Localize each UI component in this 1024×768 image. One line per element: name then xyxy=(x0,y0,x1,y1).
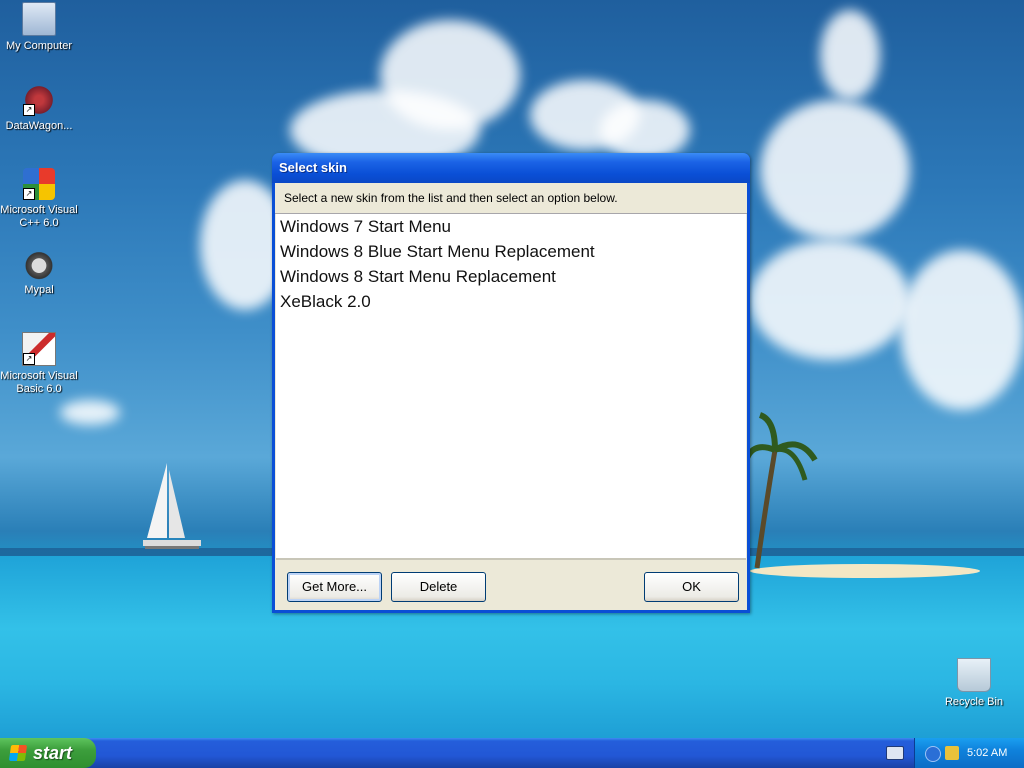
skin-list-item[interactable]: Windows 8 Start Menu Replacement xyxy=(276,264,746,289)
system-tray: 5:02 AM xyxy=(914,738,1024,768)
desktop-icon-visual-cpp[interactable]: ↗ Microsoft Visual C++ 6.0 xyxy=(0,168,79,230)
cloud xyxy=(60,400,120,425)
cloud xyxy=(900,250,1024,410)
cloud xyxy=(760,100,910,240)
cloud xyxy=(750,240,910,360)
select-skin-dialog: Select skin Select a new skin from the l… xyxy=(272,153,750,613)
my-computer-icon xyxy=(22,2,56,36)
cloud xyxy=(820,10,880,100)
sailboat-image xyxy=(143,463,201,549)
ok-button[interactable]: OK xyxy=(644,572,739,602)
clock[interactable]: 5:02 AM xyxy=(967,738,1007,768)
skin-list-item[interactable]: Windows 8 Blue Start Menu Replacement xyxy=(276,239,746,264)
skin-list[interactable]: Windows 7 Start Menu Windows 8 Blue Star… xyxy=(276,214,746,560)
skin-list-item[interactable]: XeBlack 2.0 xyxy=(276,289,746,314)
keyboard-icon[interactable] xyxy=(886,746,904,760)
desktop-icon-my-computer[interactable]: My Computer xyxy=(0,2,79,53)
desktop-icon-datawagon[interactable]: ↗ DataWagon... xyxy=(0,84,79,133)
shortcut-arrow-icon: ↗ xyxy=(23,188,35,200)
desktop-icon-label: Mypal xyxy=(24,284,54,296)
recycle-bin-icon xyxy=(957,658,991,692)
start-button[interactable]: start xyxy=(0,738,96,768)
desktop-icon-label: My Computer xyxy=(5,40,73,52)
windows-logo-icon xyxy=(8,745,28,761)
mypal-icon xyxy=(23,248,55,280)
shortcut-arrow-icon: ↗ xyxy=(23,353,35,365)
instruction-text: Select a new skin from the list and then… xyxy=(275,183,747,214)
dialog-title[interactable]: Select skin xyxy=(272,153,750,183)
delete-button[interactable]: Delete xyxy=(391,572,486,602)
desktop-icon-label: Microsoft Visual C++ 6.0 xyxy=(0,204,78,229)
desktop-icon-label: DataWagon... xyxy=(5,120,73,132)
start-label: start xyxy=(33,743,73,763)
visual-basic-icon: ↗ xyxy=(22,332,56,366)
dialog-body: Select a new skin from the list and then… xyxy=(275,183,747,610)
desktop-icon-label: Recycle Bin xyxy=(944,696,1004,708)
get-more-button[interactable]: Get More... xyxy=(287,572,382,602)
desktop-icon-recycle-bin[interactable]: Recycle Bin xyxy=(934,658,1014,709)
desktop-icon-visual-basic[interactable]: ↗ Microsoft Visual Basic 6.0 xyxy=(0,332,79,396)
network-icon[interactable] xyxy=(925,746,941,762)
taskbar: start 5:02 AM xyxy=(0,738,1024,768)
shortcut-arrow-icon: ↗ xyxy=(23,104,35,116)
cloud xyxy=(600,100,690,160)
visual-cpp-icon: ↗ xyxy=(23,168,55,200)
safely-remove-hardware-icon[interactable] xyxy=(945,746,959,760)
palm-tree-image xyxy=(745,412,818,569)
desktop-icon-label: Microsoft Visual Basic 6.0 xyxy=(0,370,78,395)
datawagon-icon: ↗ xyxy=(23,84,55,116)
desktop-icon-mypal[interactable]: Mypal xyxy=(0,248,79,297)
skin-list-item[interactable]: Windows 7 Start Menu xyxy=(276,214,746,239)
